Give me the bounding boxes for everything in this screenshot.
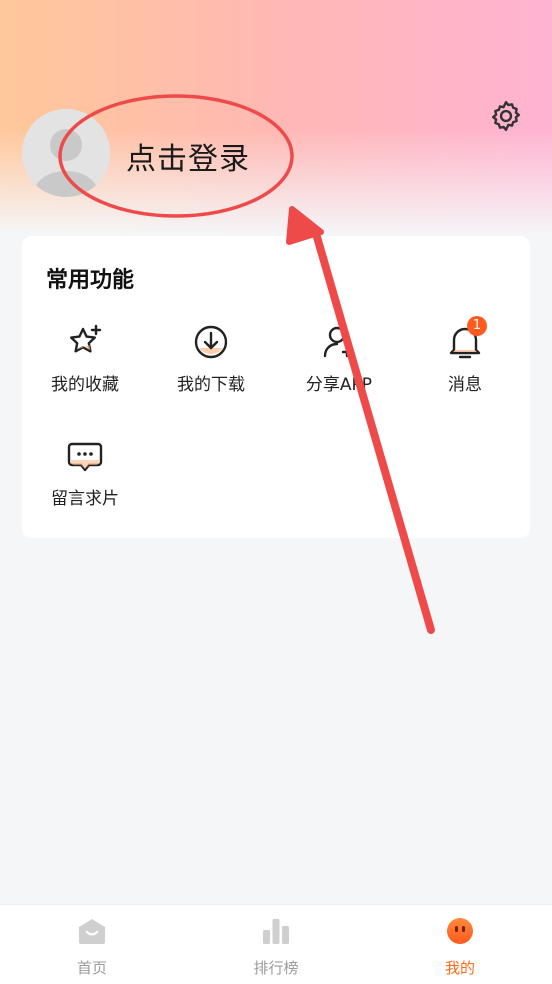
settings-gear-icon[interactable] (488, 98, 524, 134)
ranking-icon (260, 915, 292, 947)
messages-item[interactable]: 1 消息 (410, 316, 520, 395)
downloads-item[interactable]: 我的下载 (156, 322, 266, 395)
login-link[interactable]: 点击登录 (126, 134, 250, 178)
share-app-label: 分享APP (305, 375, 373, 395)
avatar[interactable] (22, 109, 110, 197)
request-movie-label: 留言求片 (51, 489, 119, 509)
tab-me[interactable]: 我的 (400, 915, 520, 978)
default-avatar-icon (22, 109, 110, 197)
favorites-label: 我的收藏 (51, 375, 119, 395)
tab-home[interactable]: 首页 (32, 915, 152, 978)
request-movie-item[interactable]: 留言求片 (30, 436, 140, 509)
tab-ranking-label: 排行榜 (253, 959, 299, 977)
tab-me-label: 我的 (444, 959, 475, 977)
section-title: 常用功能 (46, 268, 135, 293)
home-icon (76, 915, 108, 947)
favorites-item[interactable]: 我的收藏 (30, 322, 140, 395)
share-app-item[interactable]: 分享APP (284, 322, 394, 395)
download-icon (191, 322, 231, 362)
share-user-icon (319, 322, 359, 362)
tab-ranking[interactable]: 排行榜 (216, 915, 336, 978)
messages-label: 消息 (448, 375, 482, 395)
bell-icon: 1 (445, 316, 487, 362)
downloads-label: 我的下载 (177, 375, 245, 395)
me-icon (444, 915, 476, 947)
message-count-badge: 1 (467, 316, 487, 336)
tab-home-label: 首页 (76, 959, 107, 977)
bottom-tab-bar: 首页 排行榜 我的 (0, 904, 552, 984)
star-icon (65, 322, 105, 362)
common-functions-card: 常用功能 我的收藏 我的下载 分享APP 1 消息 留言求片 (22, 236, 530, 538)
message-icon (65, 436, 105, 476)
